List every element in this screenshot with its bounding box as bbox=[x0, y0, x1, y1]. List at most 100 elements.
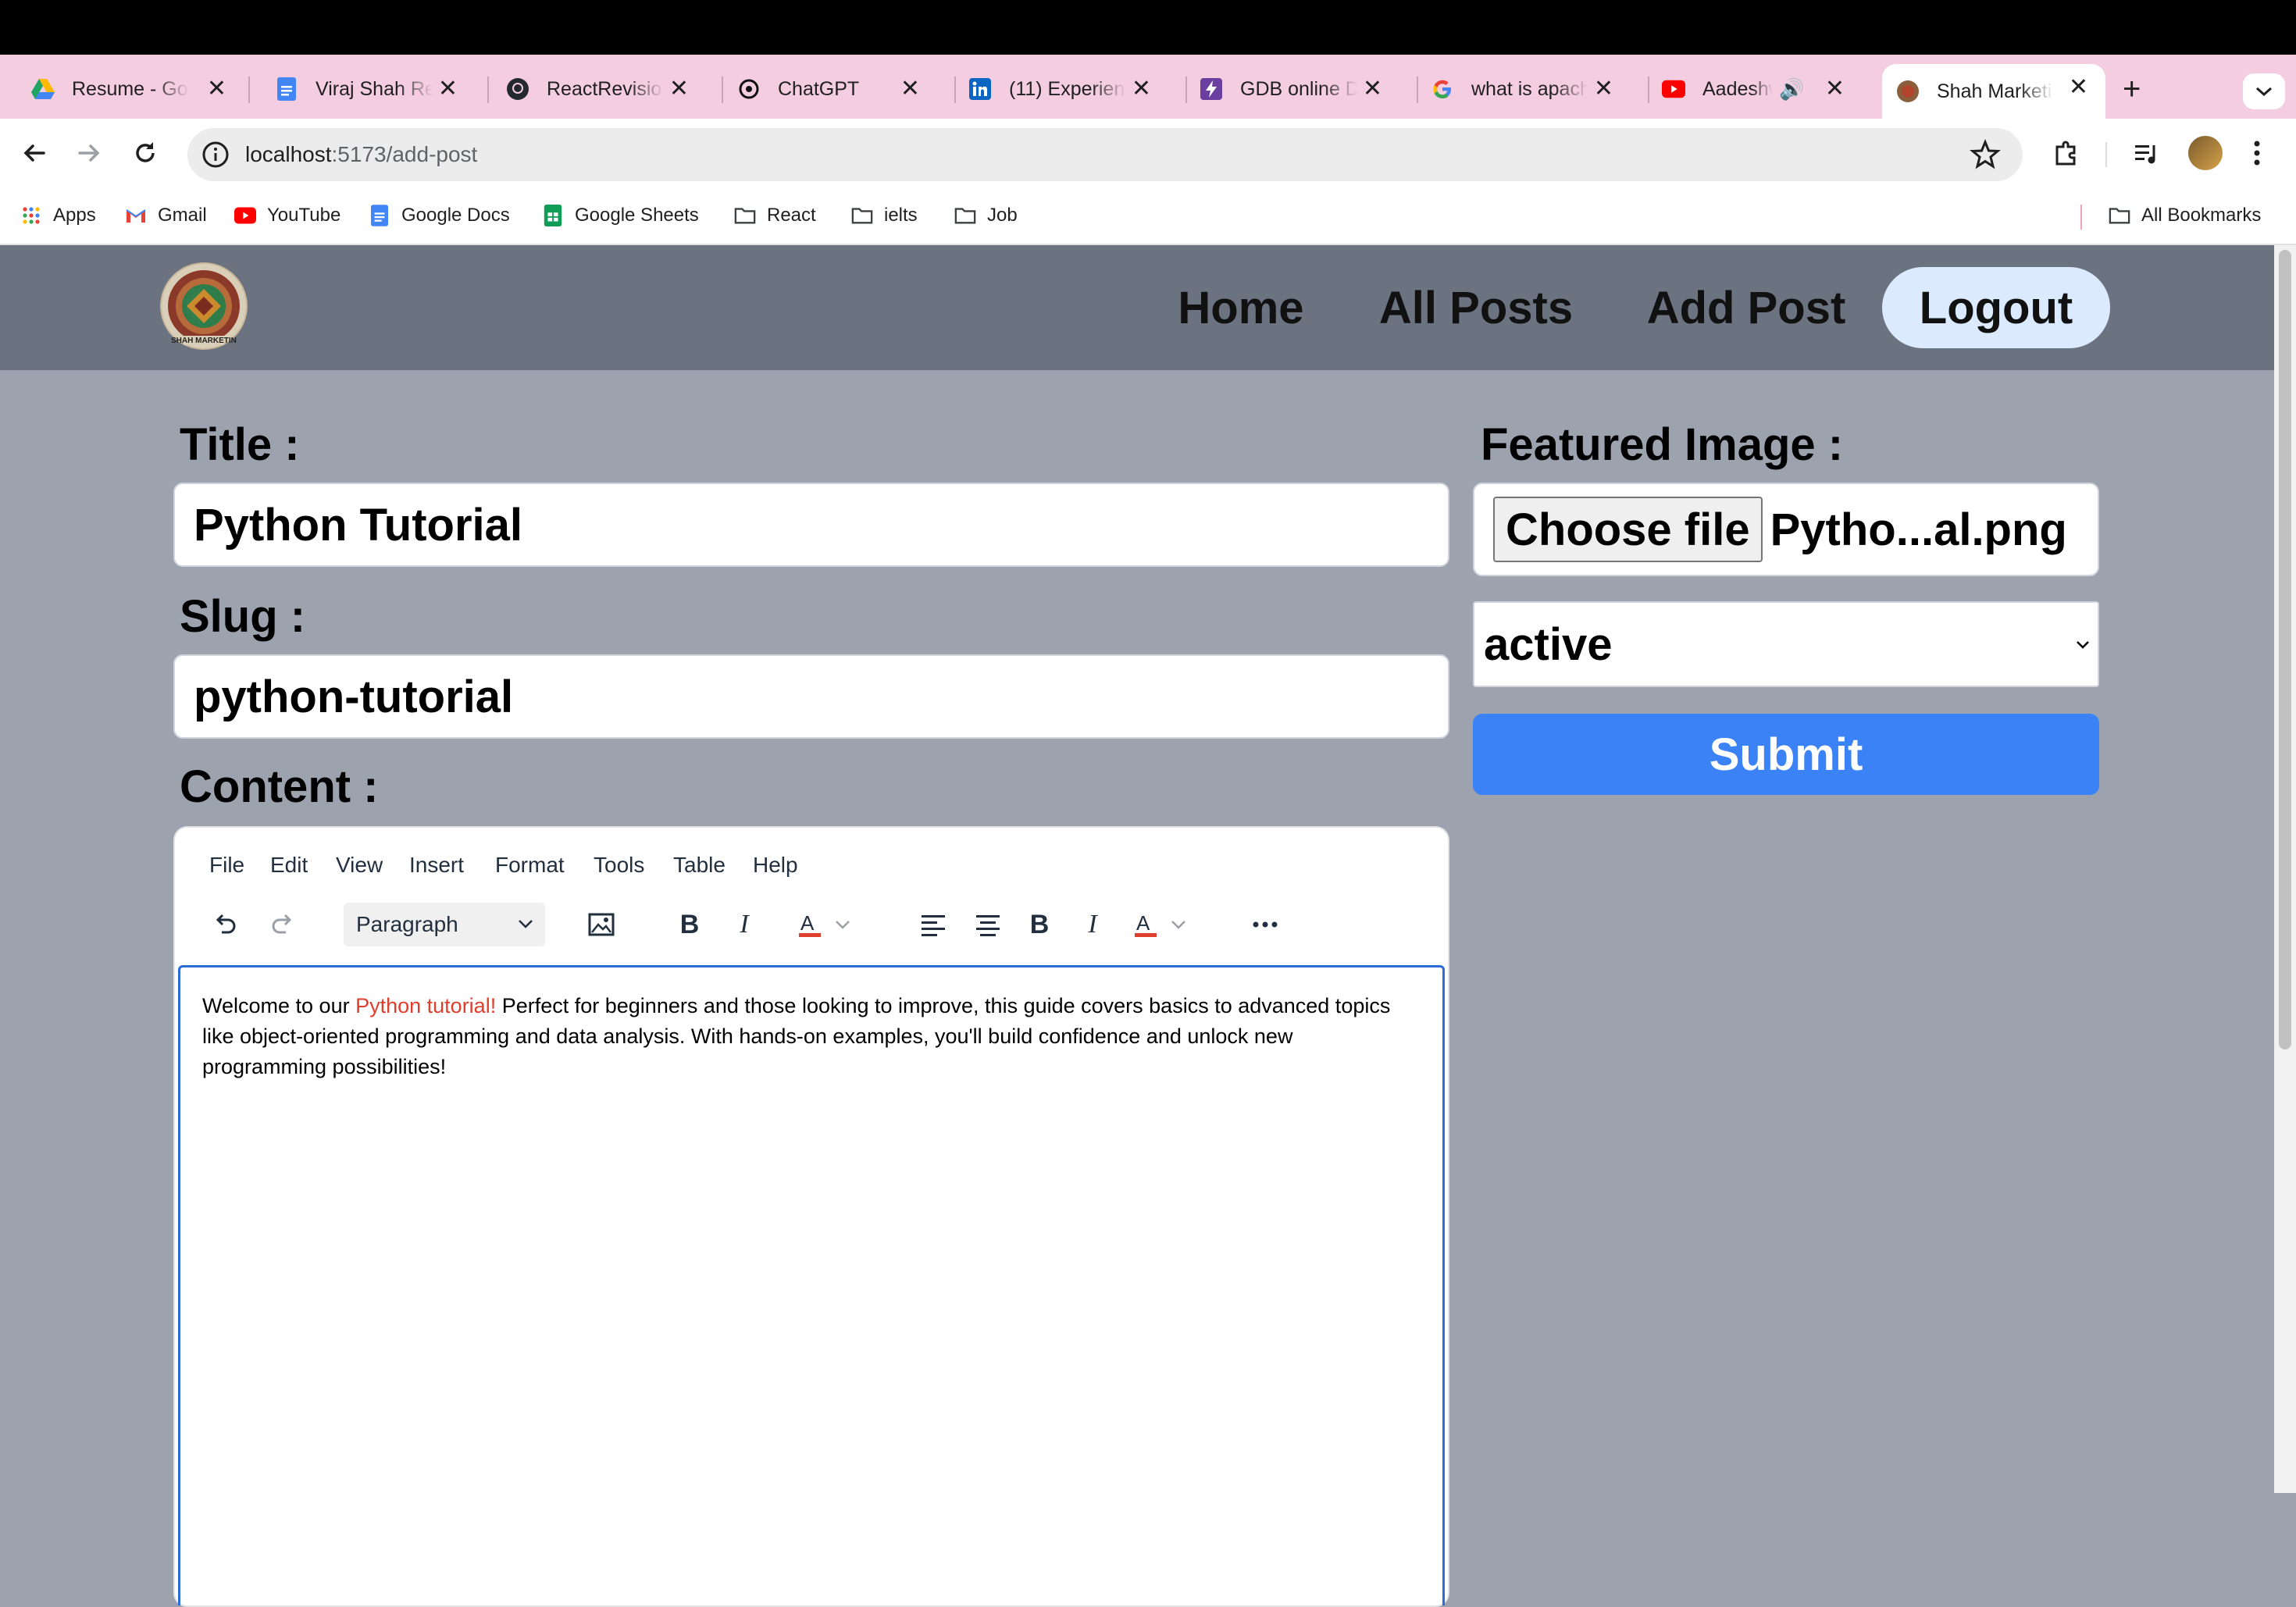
tab-resume[interactable]: Resume - Google Docs ✕ bbox=[0, 66, 244, 112]
block-format-value: Paragraph bbox=[356, 912, 458, 936]
tab-title: Resume - Google Docs bbox=[72, 77, 189, 100]
tab-strip: Resume - Google Docs ✕ Viraj Shah Resume… bbox=[0, 55, 2296, 119]
featured-image-input[interactable]: Choose file Pytho...al.png bbox=[1473, 483, 2099, 576]
bookmark-google-sheets[interactable]: Google Sheets bbox=[542, 205, 699, 226]
italic-button-2[interactable]: I bbox=[1073, 903, 1112, 946]
all-bookmarks-button[interactable]: All Bookmarks bbox=[2109, 205, 2261, 226]
bookmark-apps[interactable]: Apps bbox=[20, 205, 96, 226]
site-logo[interactable]: SHAH MARKETING bbox=[160, 262, 248, 350]
bold-button[interactable]: B bbox=[670, 903, 709, 946]
nav-add-post[interactable]: Add Post bbox=[1634, 267, 1859, 348]
bold-button-2[interactable]: B bbox=[1020, 903, 1059, 946]
folder-icon bbox=[734, 205, 756, 226]
site-logo-icon bbox=[1896, 80, 1920, 103]
undo-icon bbox=[216, 914, 236, 934]
tab-viraj-resume[interactable]: Viraj Shah Resume ✕ bbox=[244, 66, 475, 112]
url-text[interactable]: localhost:5173/add-post bbox=[245, 142, 477, 167]
folder-icon bbox=[851, 205, 873, 226]
tab-linkedin[interactable]: (11) Experience ✕ bbox=[937, 66, 1168, 112]
align-center-button[interactable] bbox=[967, 903, 1009, 946]
close-icon[interactable]: ✕ bbox=[1363, 75, 1382, 103]
bookmark-youtube[interactable]: YouTube bbox=[234, 205, 340, 226]
forward-button[interactable] bbox=[73, 137, 105, 173]
editor-content-area[interactable]: Welcome to our Python tutorial! Perfect … bbox=[178, 965, 1445, 1605]
close-icon[interactable]: ✕ bbox=[1825, 75, 1845, 103]
back-button[interactable] bbox=[19, 137, 50, 173]
nav-home[interactable]: Home bbox=[1167, 267, 1315, 348]
align-left-button[interactable] bbox=[912, 903, 954, 946]
reload-button[interactable] bbox=[130, 137, 161, 173]
bookmark-folder-ielts[interactable]: ielts bbox=[851, 205, 918, 226]
linkedin-icon bbox=[968, 77, 992, 101]
title-input[interactable]: Python Tutorial bbox=[173, 483, 1449, 567]
page-scrollbar-thumb[interactable] bbox=[2279, 250, 2291, 1049]
close-icon[interactable]: ✕ bbox=[669, 75, 689, 103]
bookmark-label: YouTube bbox=[267, 205, 341, 226]
menu-help[interactable]: Help bbox=[753, 853, 798, 878]
logout-button[interactable]: Logout bbox=[1882, 267, 2110, 348]
google-drive-icon bbox=[31, 77, 55, 101]
bookmark-folder-react[interactable]: React bbox=[734, 205, 816, 226]
tab-chatgpt[interactable]: ChatGPT ✕ bbox=[706, 66, 937, 112]
tab-gdb[interactable]: GDB online Debugger ✕ bbox=[1168, 66, 1399, 112]
insert-image-button[interactable] bbox=[579, 903, 623, 946]
menu-insert[interactable]: Insert bbox=[409, 853, 464, 878]
slug-input[interactable]: python-tutorial bbox=[173, 654, 1449, 739]
menu-file[interactable]: File bbox=[209, 853, 244, 878]
close-icon[interactable]: ✕ bbox=[207, 75, 226, 103]
svg-text:A: A bbox=[1136, 911, 1150, 935]
close-icon[interactable]: ✕ bbox=[438, 75, 458, 103]
close-icon[interactable]: ✕ bbox=[900, 75, 920, 103]
choose-file-button[interactable]: Choose file bbox=[1493, 497, 1763, 562]
address-bar[interactable]: localhost:5173/add-post bbox=[187, 128, 2023, 181]
kebab-menu-icon bbox=[2254, 141, 2260, 166]
text-color-icon: A bbox=[1135, 911, 1185, 937]
more-toolbar-button[interactable] bbox=[1243, 903, 1287, 946]
youtube-icon bbox=[1662, 77, 1685, 101]
tab-youtube[interactable]: Aadeshwar 🔊 ✕ bbox=[1631, 66, 1862, 112]
media-queue-icon bbox=[2135, 145, 2155, 164]
content-text-start: Welcome to our bbox=[202, 994, 356, 1017]
text-color-button[interactable]: A bbox=[792, 903, 862, 946]
chevron-down-icon bbox=[519, 920, 533, 928]
close-icon[interactable]: ✕ bbox=[1132, 75, 1151, 103]
menu-view[interactable]: View bbox=[336, 853, 383, 878]
media-control-button[interactable] bbox=[2132, 139, 2163, 174]
bookmark-label: Google Docs bbox=[401, 205, 510, 226]
menu-tools[interactable]: Tools bbox=[594, 853, 644, 878]
close-icon[interactable]: ✕ bbox=[1594, 75, 1613, 103]
italic-button[interactable]: I bbox=[725, 903, 764, 946]
puzzle-icon bbox=[2055, 141, 2076, 166]
new-tab-button[interactable]: + bbox=[2123, 72, 2141, 107]
bookmark-google-docs[interactable]: Google Docs bbox=[369, 205, 510, 226]
bookmark-folder-job[interactable]: Job bbox=[954, 205, 1018, 226]
undo-button[interactable] bbox=[203, 903, 247, 946]
tab-search-button[interactable] bbox=[2243, 73, 2285, 109]
tab-react-revision[interactable]: ReactRevision ✕ bbox=[475, 66, 706, 112]
redo-button[interactable] bbox=[261, 903, 305, 946]
page-viewport: SHAH MARKETING Home All Posts Add Post L… bbox=[0, 245, 2274, 1607]
tab-google-search[interactable]: what is apache ✕ bbox=[1399, 66, 1631, 112]
bookmark-star-icon[interactable] bbox=[1970, 139, 2001, 174]
profile-avatar[interactable] bbox=[2188, 136, 2223, 170]
speaker-icon[interactable]: 🔊 bbox=[1779, 77, 1804, 102]
close-icon[interactable]: ✕ bbox=[2069, 73, 2088, 102]
extensions-button[interactable] bbox=[2051, 137, 2082, 173]
browser-menu-button[interactable] bbox=[2249, 137, 2265, 173]
block-format-select[interactable]: Paragraph bbox=[344, 903, 545, 946]
bookmark-label: Job bbox=[987, 205, 1018, 226]
status-select[interactable]: active bbox=[1473, 601, 2099, 687]
text-color-button-2[interactable]: A bbox=[1128, 903, 1198, 946]
tab-title: ChatGPT bbox=[778, 77, 860, 100]
bookmark-gmail[interactable]: Gmail bbox=[125, 205, 207, 226]
submit-button[interactable]: Submit bbox=[1473, 714, 2099, 795]
logo-text: SHAH MARKETING bbox=[171, 337, 237, 345]
menu-table[interactable]: Table bbox=[673, 853, 726, 878]
tab-shah-marketing-active[interactable]: Shah Marketing ✕ bbox=[1882, 64, 2105, 119]
site-info-icon[interactable] bbox=[201, 141, 230, 173]
reload-icon bbox=[136, 142, 155, 162]
tab-title: Aadeshwar bbox=[1702, 77, 1773, 100]
nav-all-posts[interactable]: All Posts bbox=[1368, 267, 1584, 348]
menu-edit[interactable]: Edit bbox=[270, 853, 308, 878]
menu-format[interactable]: Format bbox=[495, 853, 565, 878]
